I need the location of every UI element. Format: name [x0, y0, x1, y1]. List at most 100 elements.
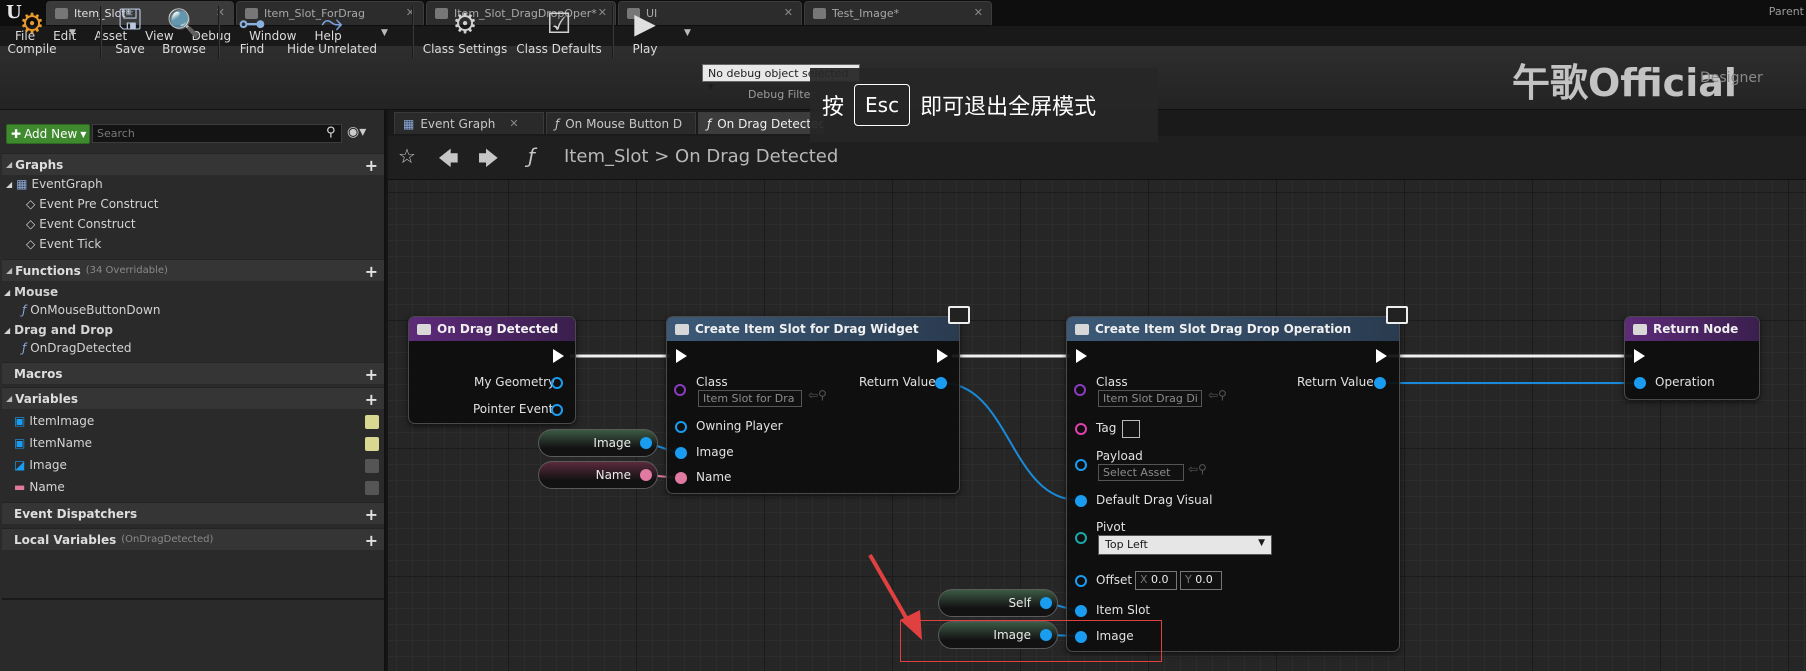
offset-y-field[interactable]: Y 0.0 [1180, 571, 1222, 590]
variables-section-header[interactable]: ◢ Variables + [2, 387, 384, 409]
compile-gear-icon: ⚙ [19, 6, 45, 40]
visibility-eye-icon[interactable] [365, 415, 379, 429]
esc-key-badge: Esc [854, 84, 911, 126]
class-defaults-button[interactable]: ☑ Class Defaults [516, 4, 602, 62]
browse-arrow-icon[interactable]: ⇦⚲ [1208, 388, 1227, 402]
pin-class[interactable] [674, 384, 686, 396]
category-mouse[interactable]: ◢ Mouse [4, 285, 58, 299]
graphs-section-header[interactable]: ◢ Graphs + [2, 153, 384, 175]
compile-button[interactable]: ⚙ Compile [4, 4, 60, 62]
star-icon[interactable]: ☆ [398, 144, 416, 168]
compile-dropdown-icon[interactable]: ▼ [69, 28, 76, 38]
exec-in-pin[interactable] [1076, 349, 1087, 363]
browse-button[interactable]: 🔍 Browse [156, 4, 212, 62]
pin-return-value[interactable] [935, 377, 947, 389]
pin-tag[interactable] [1075, 423, 1087, 435]
save-button[interactable]: 🖫 Save [108, 3, 152, 62]
pin-name[interactable] [675, 472, 687, 484]
pin-payload[interactable] [1075, 459, 1087, 471]
macros-section-header[interactable]: Macros + [2, 362, 384, 384]
tree-item-onmousebuttondown[interactable]: ƒ OnMouseButtonDown [22, 303, 160, 317]
forward-arrow-icon[interactable]: 🡆 [478, 144, 499, 178]
class-settings-icon: ⚙ [452, 6, 478, 40]
event-dispatchers-section-header[interactable]: Event Dispatchers + [2, 502, 384, 524]
hide-unrelated-dropdown-icon[interactable]: ▼ [381, 28, 388, 38]
exec-in-pin[interactable] [1634, 349, 1645, 363]
tree-item-event-tick[interactable]: ◇ Event Tick [26, 237, 101, 251]
tree-item-event-pre-construct[interactable]: ◇ Event Pre Construct [26, 197, 158, 211]
panel-splitter[interactable] [2, 598, 384, 600]
play-button[interactable]: ▶ Play [620, 4, 670, 62]
add-function-icon[interactable]: + [365, 262, 378, 281]
close-icon[interactable]: ✕ [784, 6, 793, 19]
pin-offset[interactable] [1075, 575, 1087, 587]
breadcrumb-root[interactable]: Item_Slot [564, 146, 648, 167]
browse-arrow-icon[interactable]: ⇦⚲ [1188, 462, 1207, 476]
pivot-select[interactable]: Top Left ▼ [1098, 535, 1272, 555]
getter-out-pin[interactable] [640, 469, 652, 481]
play-dropdown-icon[interactable]: ▼ [684, 28, 691, 38]
add-macro-icon[interactable]: + [365, 365, 378, 384]
find-button[interactable]: ⊶ Find [228, 4, 276, 62]
variable-image[interactable]: ◪ Image [14, 458, 67, 472]
offset-x-field[interactable]: X 0.0 [1135, 571, 1177, 590]
section-title: Variables [15, 391, 78, 406]
pin-label-item-slot: Item Slot [1096, 603, 1151, 617]
close-icon[interactable]: ✕ [974, 6, 983, 19]
visibility-eye-icon[interactable] [365, 437, 379, 451]
tree-item-ondragdetected[interactable]: ƒ OnDragDetected [22, 341, 131, 355]
parent-class-label: Parent [1768, 5, 1804, 18]
add-new-button[interactable]: ✚ Add New ▼ [6, 124, 90, 144]
pin-item-slot[interactable] [1075, 605, 1087, 617]
class-select[interactable]: Item Slot for Dra [698, 390, 802, 407]
close-icon[interactable]: ✕ [509, 117, 518, 130]
add-local-variable-icon[interactable]: + [365, 531, 378, 550]
pin-pivot[interactable] [1075, 532, 1087, 544]
exec-in-pin[interactable] [676, 349, 687, 363]
search-input[interactable]: Search [92, 124, 342, 143]
hide-unrelated-button[interactable]: ⤳ Hide Unrelated [280, 4, 384, 62]
add-graph-icon[interactable]: + [365, 156, 378, 175]
pin-operation[interactable] [1634, 377, 1646, 389]
breadcrumb-current[interactable]: On Drag Detected [675, 146, 838, 167]
back-arrow-icon[interactable]: 🡄 [438, 144, 459, 178]
exec-out-pin[interactable] [1376, 349, 1387, 363]
tab-on-drag-detected[interactable]: ƒ On Drag Detected [698, 112, 824, 134]
add-dispatcher-icon[interactable]: + [365, 505, 378, 524]
pin-default-drag-visual[interactable] [1075, 495, 1087, 507]
exec-out-pin[interactable] [937, 349, 948, 363]
visibility-closed-icon[interactable] [365, 481, 379, 495]
tab-event-graph[interactable]: ▦ Event Graph ✕ [394, 112, 544, 134]
local-variables-section-header[interactable]: Local Variables (OnDragDetected) + [2, 528, 384, 550]
node-create-item-slot-drag-drop-operation[interactable]: Create Item Slot Drag Drop Operation [1066, 316, 1400, 652]
variable-itemname[interactable]: ▣ ItemName [14, 436, 92, 450]
search-icon[interactable]: ⚲ [326, 125, 336, 140]
tree-item-event-construct[interactable]: ◇ Event Construct [26, 217, 136, 231]
browse-arrow-icon[interactable]: ⇦⚲ [808, 388, 827, 402]
variable-name[interactable]: ▬ Name [14, 480, 65, 494]
tag-input[interactable] [1122, 420, 1140, 438]
designer-mode-button[interactable]: Designer [1700, 70, 1763, 86]
tab-test-image[interactable]: Test_Image* ✕ [804, 1, 992, 25]
pin-pointer-event[interactable] [551, 404, 563, 416]
exec-out-pin[interactable] [553, 349, 564, 363]
tree-item-eventgraph[interactable]: ◢ ▦ EventGraph [6, 177, 103, 191]
getter-out-pin[interactable] [1040, 597, 1052, 609]
variable-itemimage[interactable]: ▣ ItemImage [14, 414, 94, 428]
class-settings-button[interactable]: ⚙ Class Settings [420, 4, 510, 62]
payload-select[interactable]: Select Asset [1098, 464, 1184, 481]
category-drag-and-drop[interactable]: ◢ Drag and Drop [4, 323, 113, 337]
pin-my-geometry[interactable] [551, 377, 563, 389]
visibility-closed-icon[interactable] [365, 459, 379, 473]
add-variable-icon[interactable]: + [365, 390, 378, 409]
pin-owning-player[interactable] [675, 421, 687, 433]
functions-section-header[interactable]: ◢ Functions (34 Overridable) + [2, 259, 384, 281]
eye-icon[interactable]: ◉▾ [347, 124, 366, 140]
class-select[interactable]: Item Slot Drag Di [1098, 390, 1202, 407]
pin-image[interactable] [675, 447, 687, 459]
tab-on-mouse-button-down[interactable]: ƒ On Mouse Button D [546, 112, 696, 134]
function-entry-icon [417, 323, 431, 335]
pin-return-value[interactable] [1374, 377, 1386, 389]
pin-class[interactable] [1074, 384, 1086, 396]
getter-out-pin[interactable] [640, 437, 652, 449]
